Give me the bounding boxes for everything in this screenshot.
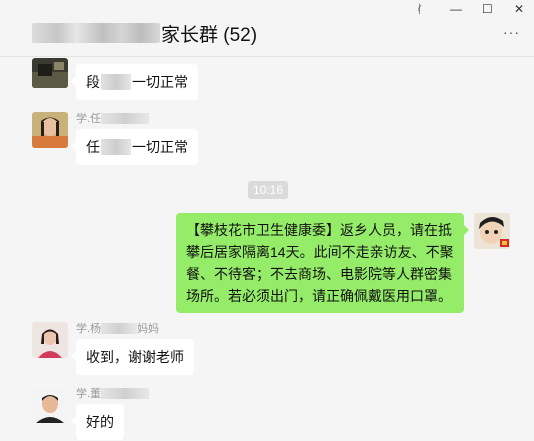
message-text-prefix: 任 (86, 139, 100, 155)
redacted-text (101, 112, 150, 124)
header-divider (0, 56, 534, 57)
message-text: 好的 (86, 414, 114, 430)
sender-name: 学.杨 妈妈 (76, 320, 159, 336)
avatar[interactable] (32, 112, 68, 148)
close-icon[interactable]: ✕ (514, 2, 524, 16)
pin-icon[interactable]: ᚰ (416, 2, 423, 16)
own-message-bubble[interactable]: 【攀枝花市卫生健康委】返乡人员，请在抵攀后居家隔离14天。此间不走亲访友、不聚餐… (176, 213, 469, 313)
message-bubble[interactable]: 任 一切正常 (71, 129, 198, 165)
avatar[interactable] (32, 322, 68, 358)
message-timestamp: 10:16 (248, 181, 288, 199)
redacted-text (101, 139, 131, 155)
sender-name-text: 学.任 (76, 113, 102, 125)
sender-name: 学.董 (76, 385, 150, 401)
sender-name-text: 学.董 (76, 388, 102, 400)
message-bubble[interactable]: 收到，谢谢老师 (71, 339, 194, 375)
message-text-suffix: 一切正常 (132, 139, 188, 155)
chat-title-text: 家长群 (52) (161, 24, 258, 46)
sender-name-text: 学.杨 (76, 323, 102, 335)
message-text: 收到，谢谢老师 (86, 349, 184, 365)
more-options-icon[interactable]: ··· (503, 24, 520, 40)
own-message-text: 【攀枝花市卫生健康委】返乡人员，请在抵攀后居家隔离14天。此间不走亲访友、不聚餐… (186, 222, 454, 304)
redacted-text (101, 74, 131, 90)
own-avatar[interactable] (474, 213, 510, 249)
avatar[interactable] (32, 58, 68, 88)
minimize-icon[interactable]: — (450, 2, 462, 16)
message-text-prefix: 段 (86, 74, 100, 90)
redacted-text (101, 387, 150, 399)
message-text-suffix: 一切正常 (132, 74, 188, 90)
sender-name-suffix: 妈妈 (137, 323, 160, 335)
avatar[interactable] (32, 387, 68, 423)
maximize-icon[interactable]: ☐ (482, 2, 493, 16)
sender-name: 学.任 (76, 110, 150, 126)
redacted-text (101, 322, 138, 334)
message-bubble[interactable]: 段 一切正常 (71, 64, 198, 100)
redacted-group-name (32, 23, 160, 43)
message-bubble[interactable]: 好的 (71, 404, 124, 440)
chat-title: 家长群 (52) (32, 20, 257, 46)
